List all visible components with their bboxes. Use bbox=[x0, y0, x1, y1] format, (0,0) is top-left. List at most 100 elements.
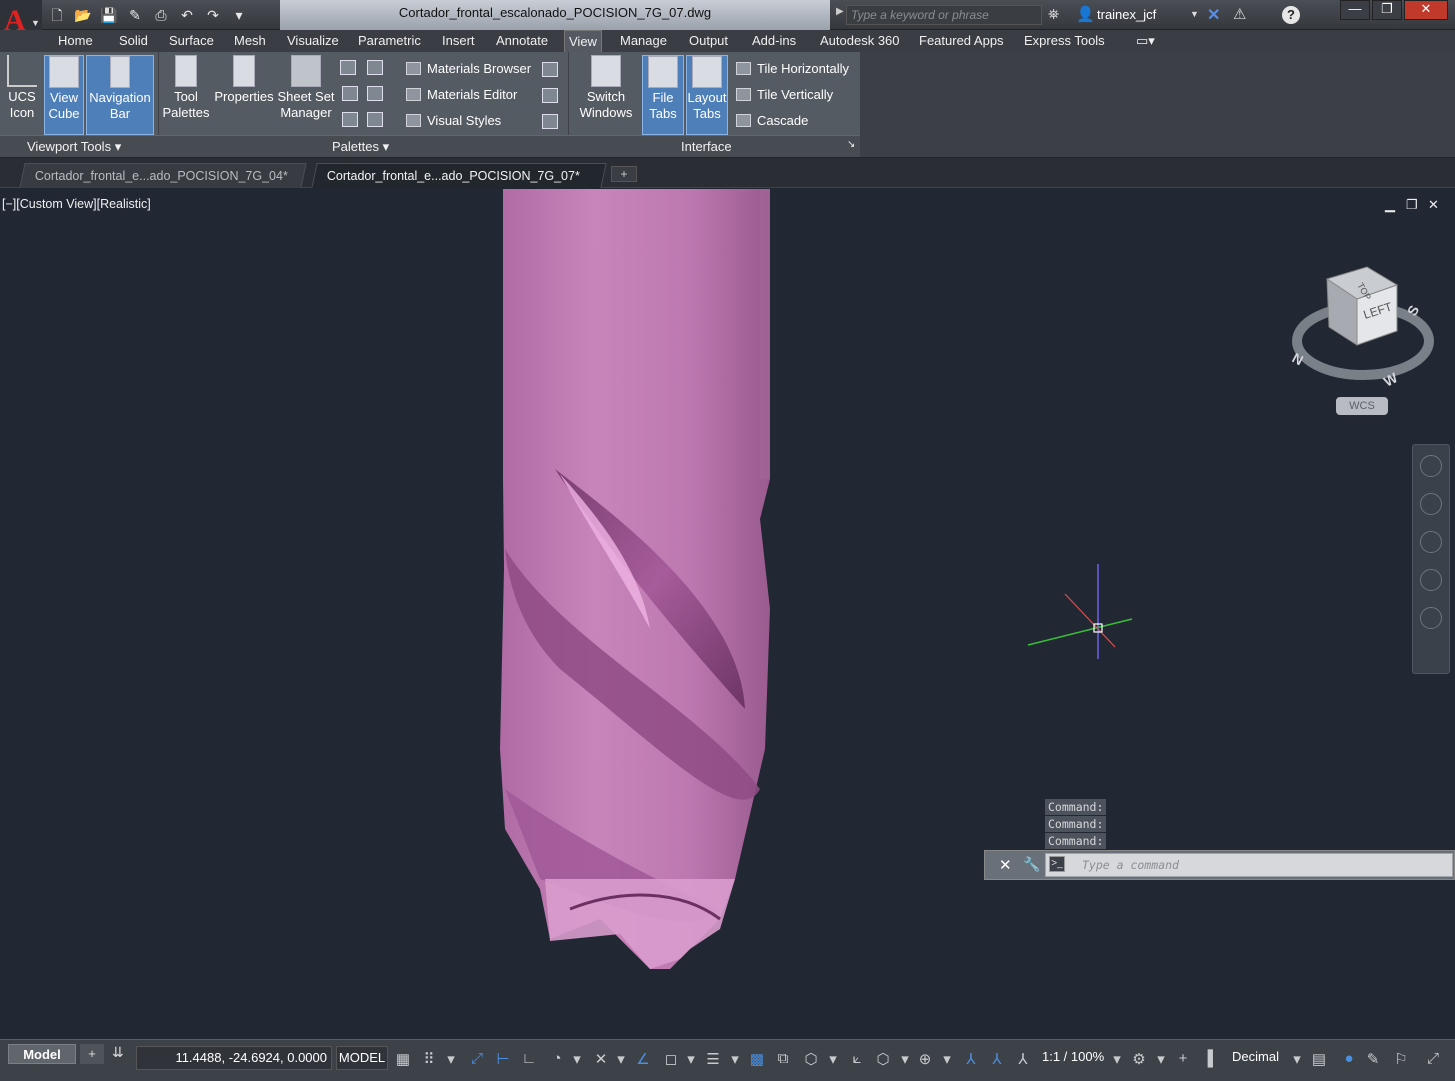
3d-object-snap-icon[interactable]: ⬡ bbox=[800, 1050, 822, 1068]
binoculars-icon[interactable]: ⛯ bbox=[1048, 6, 1059, 23]
panel-title-palettes[interactable]: Palettes ▾ bbox=[332, 139, 389, 155]
exchange-apps-icon[interactable]: ✕ bbox=[1207, 5, 1220, 25]
cascade-button[interactable]: Cascade bbox=[736, 113, 808, 129]
dialog-launcher-icon[interactable]: ↘ bbox=[847, 139, 855, 150]
chevron-down-icon[interactable]: ▾ bbox=[724, 1050, 746, 1068]
panel-title-viewport-tools[interactable]: Viewport Tools ▾ bbox=[27, 139, 121, 155]
lineweight-icon[interactable]: ☰ bbox=[702, 1050, 724, 1068]
file-tab-active[interactable]: Cortador_frontal_e...ado_POCISION_7G_07*… bbox=[311, 163, 607, 207]
view-cube-button[interactable]: View Cube bbox=[44, 55, 84, 135]
customize-wrench-icon[interactable]: 🔧 bbox=[1023, 856, 1040, 873]
dynamic-input-icon[interactable]: ⊢ bbox=[492, 1050, 514, 1068]
save-icon[interactable]: 💾 bbox=[98, 5, 120, 25]
isolate-objects-icon[interactable]: ✎ bbox=[1362, 1050, 1384, 1068]
chevron-down-icon[interactable]: ▾ bbox=[1106, 1050, 1128, 1068]
viewcube[interactable]: LEFT TOP N W S bbox=[1285, 259, 1445, 389]
markup-set-icon[interactable] bbox=[342, 86, 358, 101]
tab-annotate[interactable]: Annotate bbox=[492, 30, 552, 52]
zoom-extents-icon[interactable] bbox=[1420, 531, 1442, 553]
orbit-icon[interactable] bbox=[1420, 569, 1442, 591]
isodraft-icon[interactable]: ✕ bbox=[590, 1050, 612, 1068]
chevron-down-icon[interactable]: ▾ bbox=[680, 1050, 702, 1068]
close-icon[interactable]: ✕ bbox=[1404, 0, 1448, 20]
tab-solid[interactable]: Solid bbox=[115, 30, 152, 52]
tab-manage[interactable]: Manage bbox=[616, 30, 671, 52]
tab-output[interactable]: Output bbox=[685, 30, 732, 52]
chevron-down-icon[interactable]: ▾ bbox=[822, 1050, 844, 1068]
snap-icon[interactable]: ⠿ bbox=[418, 1050, 440, 1068]
model-space-toggle[interactable]: MODEL bbox=[336, 1046, 388, 1070]
visual-styles-button[interactable]: Visual Styles bbox=[406, 113, 501, 129]
materials-browser-button[interactable]: Materials Browser bbox=[406, 61, 531, 77]
quick-properties-icon[interactable]: ▤ bbox=[1308, 1050, 1330, 1068]
new-tab-button[interactable]: + bbox=[611, 166, 637, 182]
file-tab[interactable]: Cortador_frontal_e...ado_POCISION_7G_04* bbox=[19, 163, 307, 188]
viewport-close-icon[interactable]: ✕ bbox=[1428, 197, 1439, 213]
plot-icon[interactable]: ⎙ bbox=[150, 5, 172, 25]
user-icon[interactable]: 👤 bbox=[1076, 5, 1095, 23]
file-tabs-button[interactable]: File Tabs bbox=[642, 55, 684, 135]
viewport-minimize-icon[interactable]: ▁ bbox=[1385, 197, 1395, 213]
chevron-down-icon[interactable]: ▼ bbox=[1190, 9, 1199, 19]
ribbon-display-icon[interactable]: ▭▾ bbox=[1132, 30, 1159, 52]
viewport-restore-icon[interactable]: ❐ bbox=[1406, 197, 1418, 213]
save-as-icon[interactable]: ✎ bbox=[124, 5, 146, 25]
chevron-down-icon[interactable]: ▾ bbox=[440, 1050, 462, 1068]
new-file-icon[interactable]: 🗋 bbox=[46, 5, 68, 25]
polar-tracking-icon[interactable]: ◔ bbox=[546, 1050, 568, 1067]
chevron-down-icon[interactable]: ▾ bbox=[610, 1050, 632, 1068]
selection-filter-icon[interactable]: ⬡ bbox=[872, 1050, 894, 1068]
lock-ui-icon[interactable]: ● bbox=[1338, 1050, 1360, 1067]
model-tab[interactable]: Model bbox=[8, 1044, 76, 1064]
annotation-scale-value[interactable]: 1:1 / 100% bbox=[1042, 1049, 1104, 1064]
design-center-icon[interactable] bbox=[340, 60, 356, 75]
quickcalc-icon[interactable] bbox=[367, 86, 383, 101]
user-name[interactable]: trainex_jcf bbox=[1097, 7, 1156, 22]
annotation-monitor-icon[interactable]: + bbox=[1172, 1050, 1194, 1067]
search-input[interactable]: Type a keyword or phrase bbox=[846, 5, 1042, 25]
tab-express-tools[interactable]: Express Tools bbox=[1020, 30, 1109, 52]
infer-constraints-icon[interactable]: ⤢ bbox=[466, 1050, 488, 1067]
object-snap-tracking-icon[interactable]: ∠ bbox=[632, 1050, 654, 1068]
chevron-down-icon[interactable]: ▾ bbox=[1286, 1050, 1308, 1068]
command-input[interactable]: Type a command bbox=[1045, 853, 1453, 877]
autodesk-360-icon[interactable]: ⚠ bbox=[1233, 5, 1246, 23]
minimize-icon[interactable]: — bbox=[1340, 0, 1370, 20]
tab-parametric[interactable]: Parametric bbox=[354, 30, 425, 52]
undo-icon[interactable]: ↶ bbox=[176, 5, 198, 25]
selection-cycling-icon[interactable]: ⧉ bbox=[772, 1050, 794, 1067]
wcs-menu[interactable]: WCS bbox=[1336, 397, 1388, 415]
recent-commands-icon[interactable]: >_ bbox=[1049, 856, 1065, 872]
tool-palettes-button[interactable]: Tool Palettes bbox=[162, 55, 210, 121]
tab-featured-apps[interactable]: Featured Apps bbox=[915, 30, 1008, 52]
grid-icon[interactable]: ▦ bbox=[392, 1050, 414, 1068]
units-icon[interactable]: ▌ bbox=[1202, 1050, 1224, 1067]
tile-horizontally-button[interactable]: Tile Horizontally bbox=[736, 61, 849, 77]
chevron-down-icon[interactable]: ▾ bbox=[894, 1050, 916, 1068]
dynamic-ucs-icon[interactable]: ⟀ bbox=[846, 1050, 868, 1067]
tab-add-ins[interactable]: Add-ins bbox=[748, 30, 800, 52]
tile-vertically-button[interactable]: Tile Vertically bbox=[736, 87, 833, 103]
transparency-icon[interactable]: ▩ bbox=[746, 1050, 768, 1068]
navigation-bar-button[interactable]: Navigation Bar bbox=[86, 55, 154, 135]
gizmo-icon[interactable]: ⊕ bbox=[914, 1050, 936, 1068]
chevron-down-icon[interactable]: ▾ bbox=[936, 1050, 958, 1068]
hardware-acceleration-icon[interactable]: ⚐ bbox=[1390, 1050, 1412, 1068]
customize-qat-icon[interactable]: ▾ bbox=[228, 5, 250, 25]
tab-autodesk-360[interactable]: Autodesk 360 bbox=[816, 30, 904, 52]
tab-home[interactable]: Home bbox=[54, 30, 97, 52]
sheet-set-manager-button[interactable]: Sheet Set Manager bbox=[277, 55, 335, 121]
showmotion-icon[interactable] bbox=[1420, 607, 1442, 629]
redo-icon[interactable]: ↷ bbox=[202, 5, 224, 25]
viewport-controls[interactable]: [−][Custom View][Realistic] bbox=[2, 197, 151, 211]
layout-menu-icon[interactable]: ⇊ bbox=[112, 1044, 124, 1061]
steering-wheel-icon[interactable] bbox=[1420, 455, 1442, 477]
lights-list-icon[interactable] bbox=[542, 114, 558, 129]
open-file-icon[interactable]: 📂 bbox=[72, 5, 94, 25]
object-snap-icon[interactable]: ◻ bbox=[660, 1050, 682, 1068]
clean-screen-icon[interactable]: ⤢ bbox=[1422, 1050, 1444, 1067]
layout-tabs-button[interactable]: Layout Tabs bbox=[686, 55, 728, 135]
units-value[interactable]: Decimal bbox=[1232, 1049, 1279, 1064]
lights-icon[interactable] bbox=[367, 112, 383, 127]
coordinates-readout[interactable]: 11.4488, -24.6924, 0.0000 bbox=[136, 1046, 332, 1070]
